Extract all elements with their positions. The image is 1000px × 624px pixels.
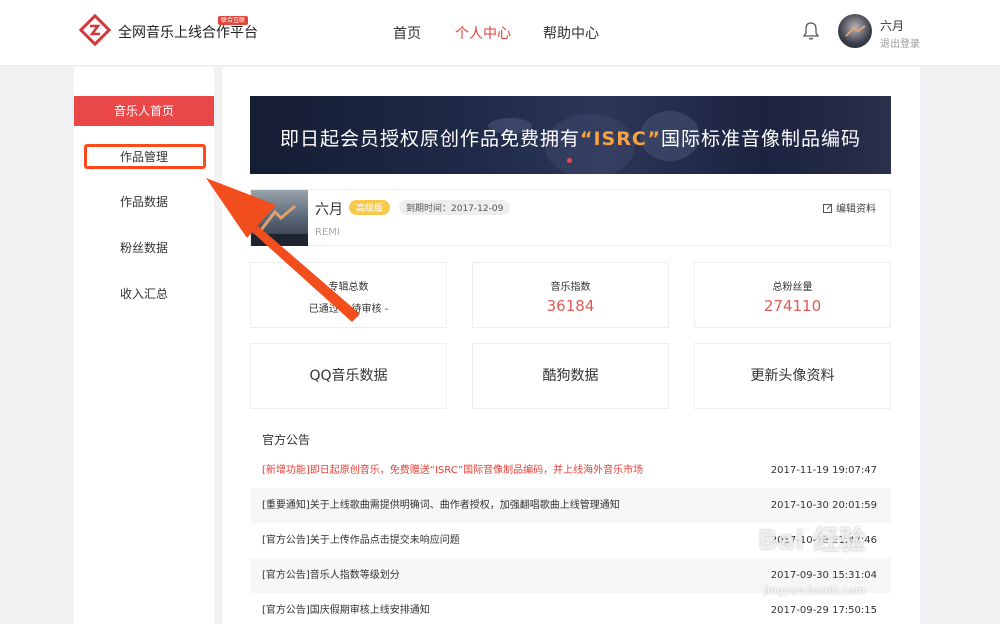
notice-date: 2017-09-29 17:50:15	[770, 605, 877, 616]
notice-section-title: 官方公告	[262, 433, 311, 447]
stat-title: 总粉丝量	[772, 282, 813, 293]
notice-text: [重要通知]关于上线歌曲需提供明确词、曲作者授权，加强翻唱歌曲上线管理通知	[262, 500, 620, 511]
edit-icon	[822, 203, 833, 213]
watermark-logo: Bai 经验	[758, 526, 866, 556]
notice-text: [官方公告]国庆假期审核上线安排通知	[262, 605, 430, 616]
notice-text: [新增功能]即日起原创音乐，免费赠送“ISRC”国际音像制品编码，并上线海外音乐…	[262, 465, 644, 476]
nav-help-center[interactable]: 帮助中心	[543, 23, 599, 43]
user-avatar[interactable]	[838, 14, 872, 48]
edit-profile-label: 编辑资料	[836, 204, 876, 215]
profile-subtitle: REMI	[315, 227, 340, 238]
profile-card: 六月 高级版 到期时间：2017-12-09 REMI 编辑资料	[250, 189, 891, 246]
membership-badge: 高级版	[349, 200, 391, 215]
profile-name: 六月	[315, 202, 343, 218]
notice-date: 2017-11-19 19:07:47	[770, 465, 877, 476]
notice-text: [官方公告]关于上传作品点击提交未响应问题	[262, 535, 460, 546]
bell-icon[interactable]	[802, 21, 820, 41]
logo-icon[interactable]	[78, 13, 112, 47]
stat-approval-status: 已通过 2 待审核 -	[308, 304, 389, 315]
watermark-url: jingyan.baidu.com	[764, 584, 866, 597]
kugou-data-button[interactable]: 酷狗数据	[472, 343, 669, 409]
nav-home[interactable]: 首页	[393, 23, 421, 43]
user-name[interactable]: 六月	[880, 17, 904, 34]
sidebar-item-musician-home[interactable]: 音乐人首页	[74, 96, 214, 126]
nav-personal-center[interactable]: 个人中心	[455, 23, 511, 43]
sidebar-item-fans-data[interactable]: 粉丝数据	[74, 233, 214, 263]
sidebar-item-works-data[interactable]: 作品数据	[74, 187, 214, 217]
stat-total-fans[interactable]: 总粉丝量 274110	[694, 262, 891, 328]
brand-badge: 联合互联	[218, 16, 249, 25]
promo-banner[interactable]: 即日起会员授权原创作品免费拥有“ISRC”国际标准音像制品编码	[250, 96, 891, 174]
stat-title: 音乐指数	[550, 282, 591, 293]
expire-badge: 到期时间：2017-12-09	[399, 200, 511, 215]
stat-value: 274110	[763, 297, 822, 315]
notice-text: [官方公告]音乐人指数等级划分	[262, 570, 400, 581]
annotation-highlight-box	[84, 144, 206, 169]
stat-album-count[interactable]: 专辑总数 已通过 2 待审核 -	[250, 262, 447, 328]
stat-value: 36184	[546, 297, 595, 315]
carousel-dot[interactable]	[567, 158, 572, 163]
sidebar-item-income-summary[interactable]: 收入汇总	[74, 279, 214, 309]
banner-text-main: 即日起会员授权原创作品免费拥有	[279, 128, 580, 150]
banner-text-end: 国际标准音像制品编码	[661, 128, 862, 150]
stat-music-index[interactable]: 音乐指数 36184	[472, 262, 669, 328]
stat-title: 专辑总数	[328, 282, 369, 293]
notice-row[interactable]: [重要通知]关于上线歌曲需提供明确词、曲作者授权，加强翻唱歌曲上线管理通知 20…	[250, 488, 891, 523]
logout-link[interactable]: 退出登录	[880, 35, 920, 50]
edit-profile-button[interactable]: 编辑资料	[822, 200, 876, 215]
notice-row[interactable]: [新增功能]即日起原创音乐，免费赠送“ISRC”国际音像制品编码，并上线海外音乐…	[250, 453, 891, 488]
banner-text-isrc: “ISRC”	[580, 128, 661, 150]
sidebar: 音乐人首页 作品管理 作品数据 粉丝数据 收入汇总	[74, 67, 214, 624]
notice-date: 2017-10-30 20:01:59	[770, 500, 877, 511]
banner-text: 即日起会员授权原创作品免费拥有“ISRC”国际标准音像制品编码	[250, 124, 891, 151]
top-header: 全网音乐上线合作平台 联合互联 首页 个人中心 帮助中心 六月 退出登录	[0, 0, 1000, 66]
notice-row[interactable]: [官方公告]国庆假期审核上线安排通知 2017-09-29 17:50:15	[250, 593, 891, 624]
qq-music-data-button[interactable]: QQ音乐数据	[250, 343, 447, 409]
brand-name[interactable]: 全网音乐上线合作平台	[118, 22, 258, 42]
profile-avatar	[251, 190, 308, 246]
update-avatar-button[interactable]: 更新头像资料	[694, 343, 891, 409]
